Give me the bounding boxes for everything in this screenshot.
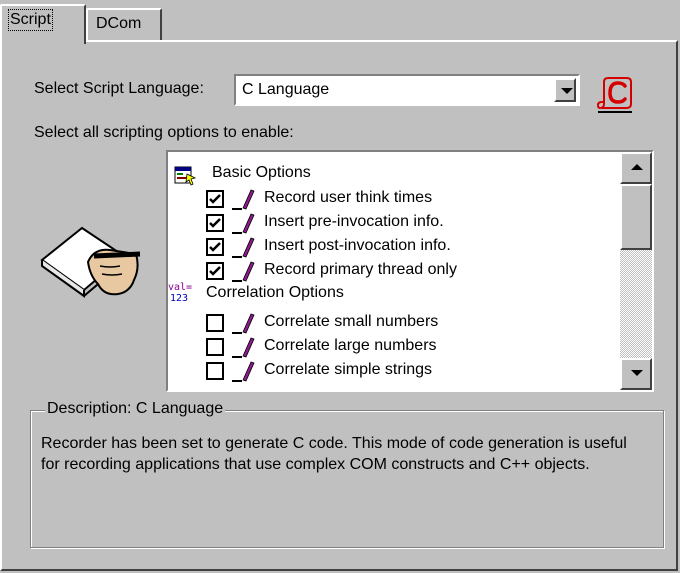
option-checkbox[interactable] xyxy=(206,338,224,356)
option-label: Correlate simple strings xyxy=(264,361,433,378)
script-language-combo[interactable]: C Language xyxy=(234,74,580,106)
pen-icon xyxy=(232,336,256,358)
scroll-down-button[interactable] xyxy=(620,358,652,390)
basic-options-icon xyxy=(174,164,197,186)
c-language-icon xyxy=(596,74,636,114)
option-checkbox[interactable] xyxy=(206,262,224,280)
options-prompt-label: Select all scripting options to enable: xyxy=(34,124,294,141)
group-basic-options[interactable]: Basic Options xyxy=(174,162,614,186)
scripting-options-list[interactable]: Basic Options Record user think times In… xyxy=(166,150,654,392)
tab-script-label: Script xyxy=(8,9,53,31)
tab-script[interactable]: Script xyxy=(0,4,86,44)
option-label: Insert post-invocation info. xyxy=(264,237,451,254)
option-checkbox[interactable] xyxy=(206,190,224,208)
option-checkbox[interactable] xyxy=(206,362,224,380)
scroll-up-button[interactable] xyxy=(620,152,652,184)
option-pre-invocation[interactable]: Insert pre-invocation info. xyxy=(206,210,616,234)
script-language-value: C Language xyxy=(242,81,330,98)
option-label: Correlate large numbers xyxy=(264,337,437,354)
tab-dcom[interactable]: DCom xyxy=(86,8,162,40)
pen-icon xyxy=(232,312,256,334)
option-correlate-large-numbers[interactable]: Correlate large numbers xyxy=(206,334,616,358)
pen-icon xyxy=(232,212,256,234)
option-checkbox[interactable] xyxy=(206,214,224,232)
group-label: Basic Options xyxy=(212,164,311,181)
script-language-label: Select Script Language: xyxy=(34,80,204,97)
correlation-options-icon: val= 123 xyxy=(168,282,204,308)
hand-writing-icon xyxy=(40,220,144,308)
script-language-dropdown-button[interactable] xyxy=(554,78,576,102)
correlation-icon-bottom: 123 xyxy=(170,293,189,304)
option-checkbox[interactable] xyxy=(206,238,224,256)
description-title: Description: C Language xyxy=(45,400,226,418)
description-group: Description: C Language Recorder has bee… xyxy=(30,400,664,548)
options-scrollbar[interactable] xyxy=(620,152,652,390)
chevron-down-icon xyxy=(561,88,573,94)
scripting-options-content: Basic Options Record user think times In… xyxy=(168,152,620,390)
option-label: Record user think times xyxy=(264,189,433,206)
option-correlate-simple-strings[interactable]: Correlate simple strings xyxy=(206,358,616,382)
pen-icon xyxy=(232,260,256,282)
pen-icon xyxy=(232,236,256,258)
option-label: Correlate small numbers xyxy=(264,313,439,330)
tab-strip: Script DCom xyxy=(0,0,680,44)
option-label: Insert pre-invocation info. xyxy=(264,213,444,230)
tab-dcom-label: DCom xyxy=(96,15,142,32)
option-correlate-small-numbers[interactable]: Correlate small numbers xyxy=(206,310,616,334)
correlation-icon-top: val= xyxy=(168,282,193,293)
chevron-down-icon xyxy=(631,370,643,376)
option-post-invocation[interactable]: Insert post-invocation info. xyxy=(206,234,616,258)
pen-icon xyxy=(232,188,256,210)
option-label: Record primary thread only xyxy=(264,261,457,278)
chevron-up-icon xyxy=(631,164,643,170)
option-checkbox[interactable] xyxy=(206,314,224,332)
group-correlation-options[interactable]: val= 123 Correlation Options xyxy=(168,282,614,306)
scroll-thumb[interactable] xyxy=(620,184,652,250)
description-text: Recorder has been set to generate C code… xyxy=(41,435,627,473)
option-record-think-times[interactable]: Record user think times xyxy=(206,186,616,210)
option-primary-thread[interactable]: Record primary thread only xyxy=(206,258,616,282)
group-label: Correlation Options xyxy=(206,284,344,301)
pen-icon xyxy=(232,360,256,382)
